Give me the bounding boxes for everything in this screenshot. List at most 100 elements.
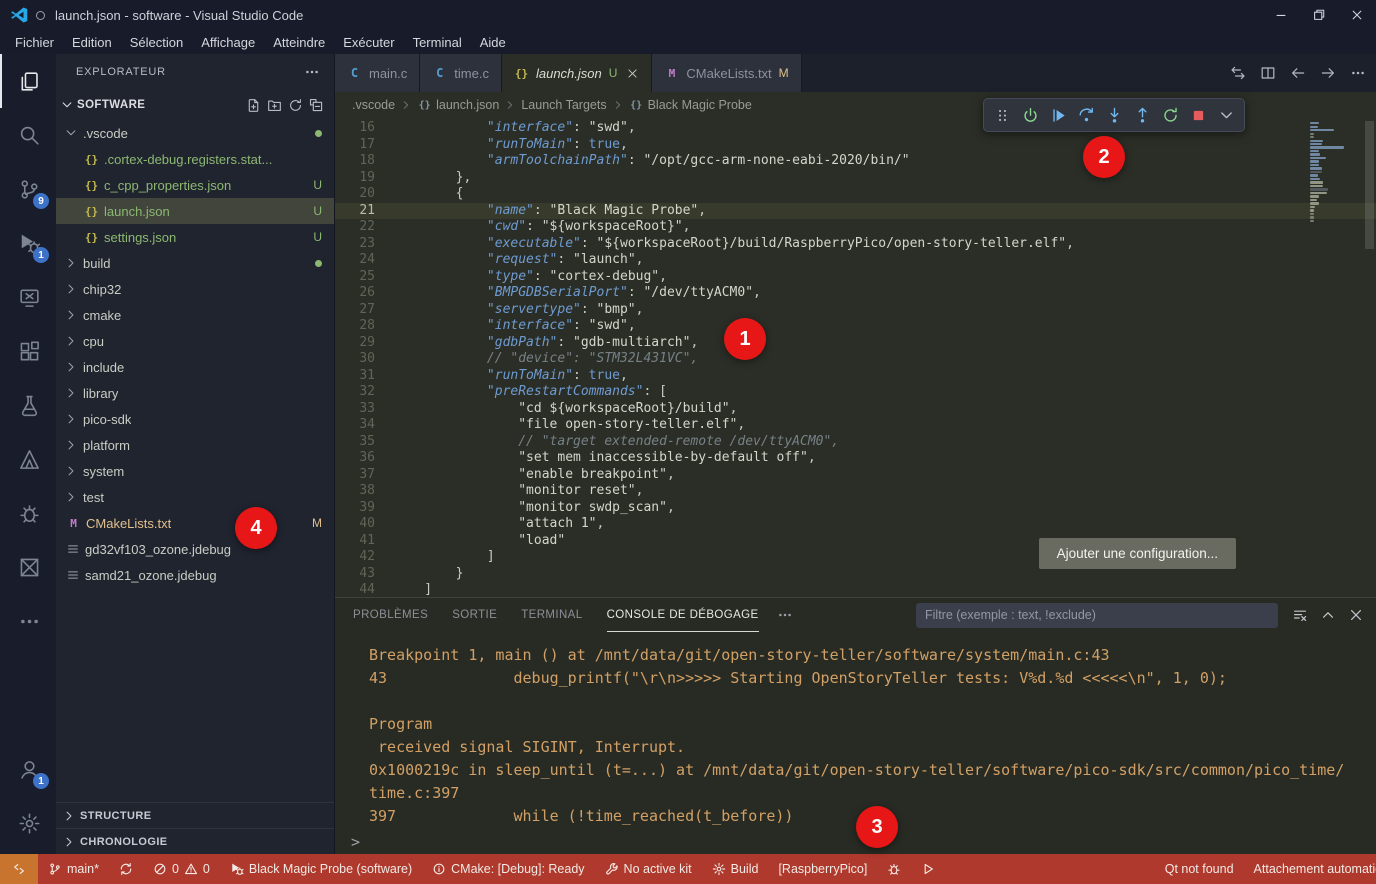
code-line-34[interactable]: 34 "file open-story-teller.elf", (335, 417, 1376, 434)
code-line-17[interactable]: 17 "runToMain": true, (335, 137, 1376, 154)
new-folder-button[interactable] (267, 98, 282, 113)
tree-item-samd21_ozone.jdebug[interactable]: samd21_ozone.jdebug (56, 562, 334, 588)
code-line-36[interactable]: 36 "set mem inaccessible-by-default off"… (335, 450, 1376, 467)
section-software[interactable]: SOFTWARE (56, 90, 334, 120)
status-cmake-build[interactable]: Build (702, 854, 769, 884)
add-configuration-button[interactable]: Ajouter une configuration... (1039, 538, 1236, 569)
panel-more-button[interactable] (777, 607, 793, 623)
code-line-20[interactable]: 20 { (335, 186, 1376, 203)
status-git-branch[interactable]: main* (38, 854, 109, 884)
tree-item-c_cpp_properties.json[interactable]: {}c_cpp_properties.jsonU (56, 172, 334, 198)
activity-search[interactable] (0, 108, 56, 162)
restart-button[interactable] (1157, 102, 1183, 128)
code-line-39[interactable]: 39 "monitor swdp_scan", (335, 500, 1376, 517)
status-remote-window[interactable] (0, 854, 38, 884)
breadcrumb-item[interactable]: .vscode (352, 98, 395, 112)
refresh-explorer-button[interactable] (288, 98, 303, 113)
minimap[interactable] (1306, 121, 1360, 223)
code-line-21[interactable]: 21 "name": "Black Magic Probe", (335, 203, 1376, 220)
status-cmake-kit[interactable]: No active kit (595, 854, 702, 884)
code-line-29[interactable]: 29 "gdbPath": "gdb-multiarch", (335, 335, 1376, 352)
tree-item-library[interactable]: library (56, 380, 334, 406)
filter-input[interactable] (916, 603, 1278, 628)
panel-tab-CONSOLE DE DÉBOGAGE[interactable]: CONSOLE DE DÉBOGAGE (607, 598, 759, 632)
menu-sélection[interactable]: Sélection (121, 33, 192, 52)
tree-item-pico-sdk[interactable]: pico-sdk (56, 406, 334, 432)
section-structure[interactable]: STRUCTURE (56, 802, 334, 828)
status-cmake-debug[interactable] (877, 854, 911, 884)
menu-aide[interactable]: Aide (471, 33, 515, 52)
activity-cmake-tools[interactable] (0, 432, 56, 486)
code-editor[interactable]: 16 "interface": "swd",17 "runToMain": tr… (335, 118, 1376, 597)
status-cmake-launch[interactable] (911, 854, 945, 884)
menu-affichage[interactable]: Affichage (192, 33, 264, 52)
code-line-24[interactable]: 24 "request": "launch", (335, 252, 1376, 269)
editor-scrollbar[interactable] (1365, 121, 1374, 249)
close-tab-button[interactable] (626, 67, 639, 80)
activity-testing[interactable] (0, 378, 56, 432)
tree-item-system[interactable]: system (56, 458, 334, 484)
breadcrumb-item[interactable]: {}Black Magic Probe (629, 98, 752, 112)
breadcrumb-item[interactable]: {}launch.json (417, 98, 499, 112)
menu-atteindre[interactable]: Atteindre (264, 33, 334, 52)
tree-item-cpu[interactable]: cpu (56, 328, 334, 354)
split-editor-button[interactable] (1260, 65, 1276, 81)
tab-main.c[interactable]: Cmain.c (335, 54, 420, 92)
clear-console-button[interactable] (1292, 607, 1308, 623)
menu-edition[interactable]: Edition (63, 33, 121, 52)
code-line-38[interactable]: 38 "monitor reset", (335, 483, 1376, 500)
code-line-26[interactable]: 26 "BMPGDBSerialPort": "/dev/ttyACM0", (335, 285, 1376, 302)
code-line-27[interactable]: 27 "servertype": "bmp", (335, 302, 1376, 319)
code-line-30[interactable]: 30 // "device": "STM32L431VC", (335, 351, 1376, 368)
navigate-forward-button[interactable] (1320, 65, 1336, 81)
activity-extensions[interactable] (0, 324, 56, 378)
stop-button[interactable] (1185, 102, 1211, 128)
step-over-button[interactable] (1073, 102, 1099, 128)
status-debug-target[interactable]: Black Magic Probe (software) (220, 854, 422, 884)
close-window-button[interactable] (1338, 0, 1376, 30)
tab-launch.json[interactable]: {}launch.jsonU (502, 54, 652, 92)
tree-item-cmake[interactable]: cmake (56, 302, 334, 328)
activity-source-control[interactable]: 9 (0, 162, 56, 216)
menu-terminal[interactable]: Terminal (404, 33, 471, 52)
tree-item-gd32vf103_ozone.jdebug[interactable]: gd32vf103_ozone.jdebug (56, 536, 334, 562)
reset-button[interactable] (1017, 102, 1043, 128)
more-button[interactable] (1213, 102, 1239, 128)
status-auto-attach[interactable]: Attachement automatique (1244, 854, 1376, 884)
tree-item-.vscode[interactable]: .vscode (56, 120, 334, 146)
panel-tab-TERMINAL[interactable]: TERMINAL (521, 598, 582, 632)
drag-grip-button[interactable] (989, 102, 1015, 128)
code-line-37[interactable]: 37 "enable breakpoint", (335, 467, 1376, 484)
status-qt-status[interactable]: Qt not found (1155, 854, 1244, 884)
tree-item-settings.json[interactable]: {}settings.jsonU (56, 224, 334, 250)
collapse-folders-button[interactable] (309, 98, 324, 113)
tree-item-.cortex-debug.registers.stat...[interactable]: {}.cortex-debug.registers.stat... (56, 146, 334, 172)
section-chronologie[interactable]: CHRONOLOGIE (56, 828, 334, 854)
debug-repl-prompt[interactable]: > (335, 829, 1376, 854)
console-lines[interactable]: Breakpoint 1, main () at /mnt/data/git/o… (335, 632, 1376, 829)
menu-fichier[interactable]: Fichier (6, 33, 63, 52)
status-cmake-build-target[interactable]: [RaspberryPico] (768, 854, 877, 884)
activity-run-and-debug[interactable]: 1 (0, 216, 56, 270)
code-line-22[interactable]: 22 "cwd": "${workspaceRoot}", (335, 219, 1376, 236)
open-changes-button[interactable] (1230, 65, 1246, 81)
new-file-button[interactable] (246, 98, 261, 113)
panel-tab-SORTIE[interactable]: SORTIE (452, 598, 497, 632)
maximize-panel-button[interactable] (1320, 607, 1336, 623)
activity-accounts[interactable]: 1 (0, 742, 56, 796)
status-problems[interactable]: 00 (143, 854, 220, 884)
code-line-33[interactable]: 33 "cd ${workspaceRoot}/build", (335, 401, 1376, 418)
menu-exécuter[interactable]: Exécuter (334, 33, 403, 52)
tree-item-test[interactable]: test (56, 484, 334, 510)
tree-item-build[interactable]: build (56, 250, 334, 276)
code-line-31[interactable]: 31 "runToMain": true, (335, 368, 1376, 385)
editor-more-actions-button[interactable] (1350, 65, 1366, 81)
tab-time.c[interactable]: Ctime.c (420, 54, 502, 92)
activity-debugger-view[interactable] (0, 486, 56, 540)
activity-manage[interactable] (0, 796, 56, 850)
tab-CMakeLists.txt[interactable]: MCMakeLists.txtM (652, 54, 801, 92)
step-into-button[interactable] (1101, 102, 1127, 128)
code-line-23[interactable]: 23 "executable": "${workspaceRoot}/build… (335, 236, 1376, 253)
activity-additional-views[interactable] (0, 594, 56, 648)
minimize-button[interactable] (1262, 0, 1300, 30)
